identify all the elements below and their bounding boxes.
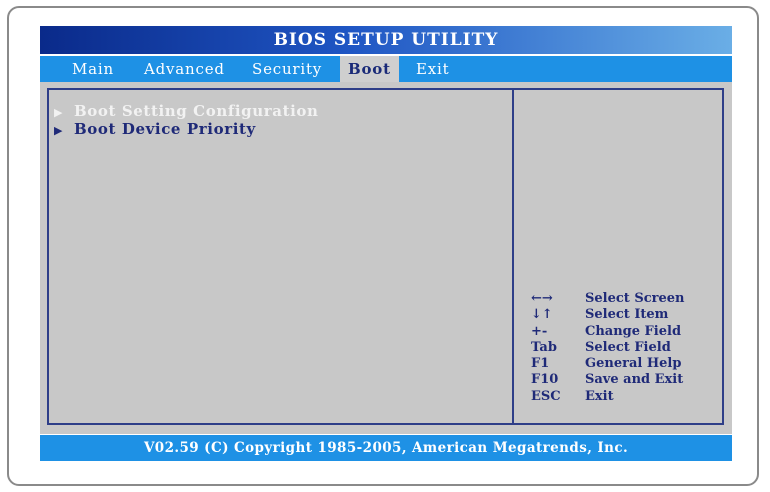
menu-item-label: Boot Device Priority [74,120,256,138]
help-row: ESC Exit [531,389,684,405]
panel-divider [512,88,514,425]
help-desc: General Help [585,356,682,372]
bios-title-bar: BIOS SETUP UTILITY [40,26,732,54]
up-down-arrows-icon: ↓↑ [531,307,553,323]
help-key: F1 [531,356,550,372]
menu-item-boot-device-priority[interactable]: ▶ Boot Device Priority [54,120,256,138]
menu-item-boot-setting-configuration[interactable]: ▶ Boot Setting Configuration [54,102,319,120]
help-row: +- Change Field [531,324,684,340]
triangle-right-icon: ▶ [54,106,64,119]
help-desc: Select Field [585,339,671,355]
help-row: ←→ Select Screen [531,291,684,307]
tab-advanced[interactable]: Advanced [144,56,225,82]
copyright-text: V02.59 (C) Copyright 1985-2005, American… [143,440,629,456]
left-right-arrows-icon: ←→ [531,291,553,306]
tab-security[interactable]: Security [252,56,322,82]
help-key: +- [531,323,548,339]
help-key: Tab [531,339,557,355]
help-desc: Exit [585,388,614,404]
tab-exit[interactable]: Exit [416,56,449,82]
help-desc: Select Screen [585,291,685,306]
help-desc: Select Item [585,307,669,323]
help-key: ESC [531,388,561,404]
help-row: ↓↑ Select Item [531,307,684,323]
help-desc: Change Field [585,323,682,339]
main-panel: ▶ Boot Setting Configuration ▶ Boot Device… [40,82,732,434]
triangle-right-icon: ▶ [54,124,64,137]
help-panel: ←→ Select Screen ↓↑ Select Item +- Chang… [531,291,684,405]
menu-bar: Main Advanced Security Boot Exit [40,56,732,82]
help-desc: Save and Exit [585,372,684,388]
menu-item-label: Boot Setting Configuration [74,102,319,120]
tab-boot[interactable]: Boot [340,56,399,82]
bios-title: BIOS SETUP UTILITY [273,30,499,50]
tab-main[interactable]: Main [72,56,114,82]
copyright-footer: V02.59 (C) Copyright 1985-2005, American… [40,435,732,461]
help-key: F10 [531,372,559,388]
help-row: Tab Select Field [531,340,684,356]
help-row: F10 Save and Exit [531,372,684,388]
help-row: F1 General Help [531,356,684,372]
